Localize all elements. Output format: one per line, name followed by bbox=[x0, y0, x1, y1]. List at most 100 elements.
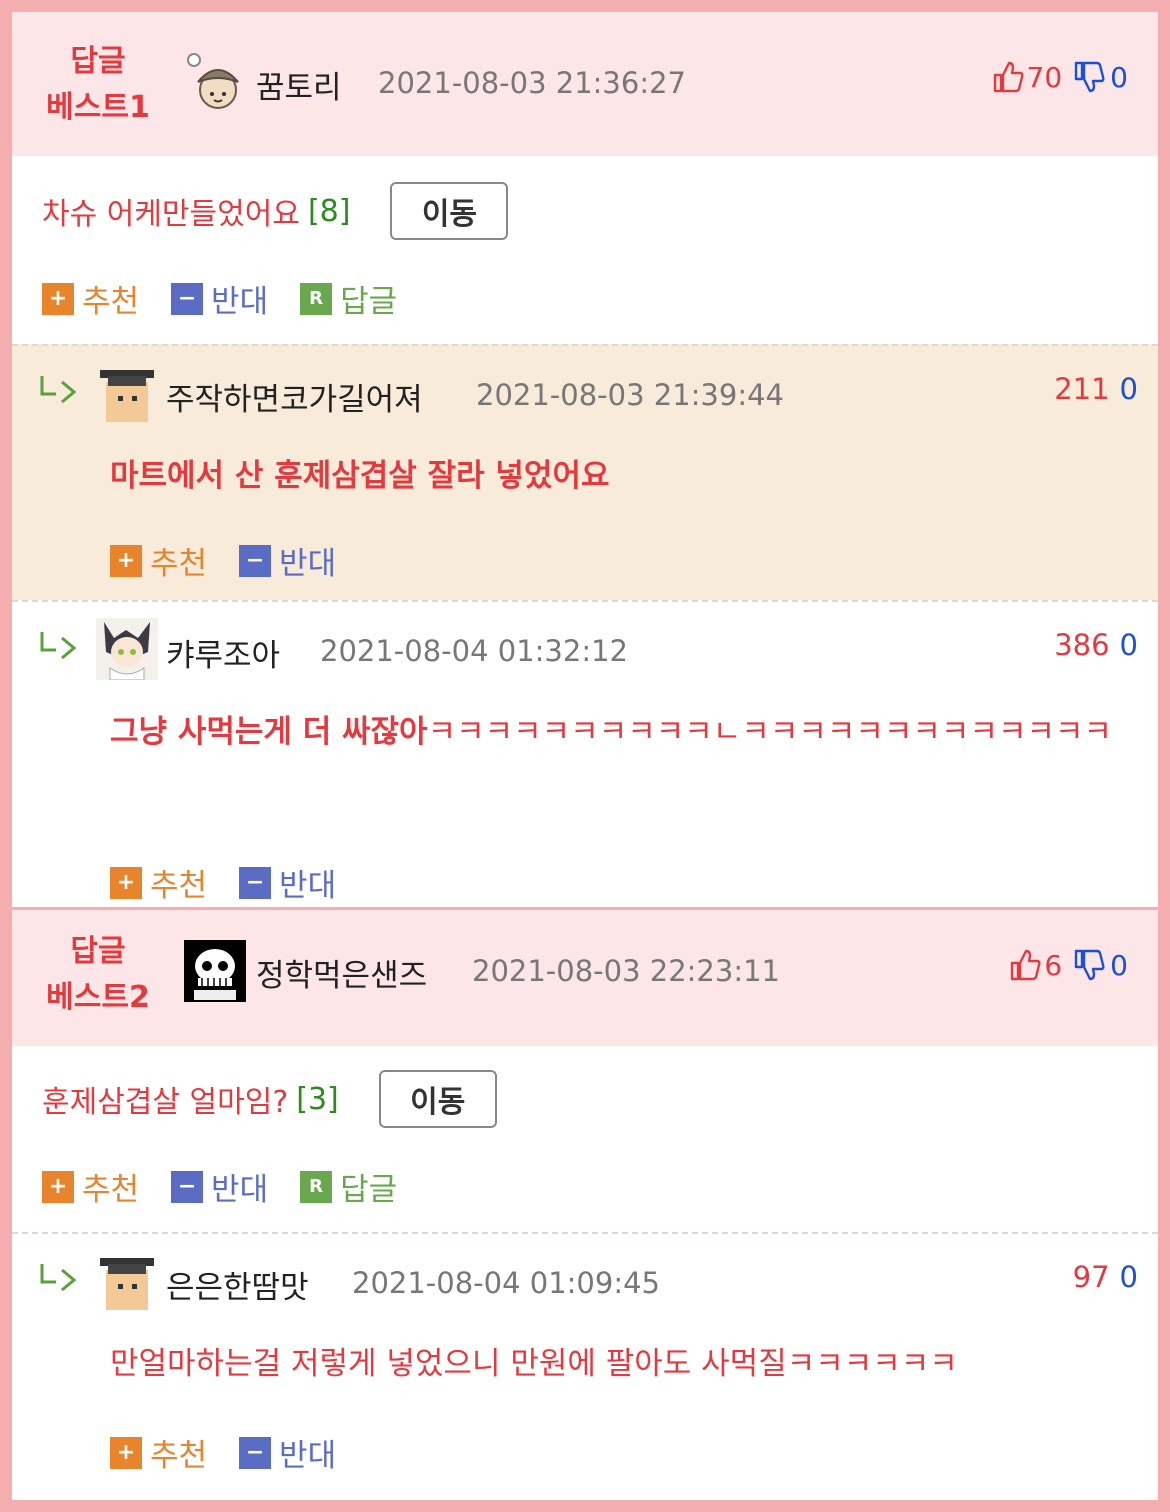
move-button[interactable]: 이동 bbox=[390, 182, 509, 240]
reply-arrow-icon bbox=[40, 1264, 77, 1292]
reply-button[interactable]: R 답글 bbox=[300, 276, 397, 321]
reply-arrow-icon bbox=[40, 632, 77, 660]
recommend-button[interactable]: + 추천 bbox=[42, 276, 139, 321]
downvote-count: 0 bbox=[1110, 60, 1128, 94]
downvote-count: 0 bbox=[1110, 948, 1128, 982]
reply-upvote-count: 97 bbox=[1072, 1260, 1110, 1294]
best-comment-1-title-row: 차슈 어케만들었어요 [8] 이동 bbox=[42, 182, 509, 240]
recommend-label: 추천 bbox=[150, 546, 208, 582]
reply-text: 만얼마하는걸 저렇게 넣었으니 만원에 팔아도 사먹질ㅋㅋㅋㅋㅋㅋ bbox=[110, 1346, 958, 1382]
anime-girl-avatar-icon[interactable] bbox=[96, 618, 158, 680]
minus-icon: − bbox=[239, 1436, 272, 1469]
reply-vote-summary: 386 0 bbox=[1054, 628, 1138, 662]
acorn-avatar-icon[interactable] bbox=[184, 50, 246, 112]
minus-icon: − bbox=[239, 544, 272, 577]
reply-count: [8] bbox=[307, 193, 351, 229]
reply-upvote-count: 211 bbox=[1054, 372, 1110, 406]
plus-icon: + bbox=[110, 1436, 142, 1469]
author-nickname[interactable]: 정학먹은샌즈 bbox=[256, 950, 427, 995]
reply-label: 답글 bbox=[340, 1172, 398, 1208]
recommend-button[interactable]: + 추천 bbox=[110, 538, 207, 583]
reply-text: 그냥 사먹는게 더 싸잖아ㅋㅋㅋㅋㅋㅋㅋㅋㅋㅋㄴㅋㅋㅋㅋㅋㅋㅋㅋㅋㅋㅋㅋㅋ bbox=[110, 706, 1140, 758]
reply-actions: + 추천 − 반대 bbox=[110, 538, 368, 583]
oppose-label: 반대 bbox=[211, 284, 269, 320]
oppose-button[interactable]: − 반대 bbox=[239, 1430, 336, 1475]
best-label-line1: 답글 bbox=[70, 934, 126, 969]
oppose-button[interactable]: − 반대 bbox=[239, 860, 336, 905]
oppose-label: 반대 bbox=[279, 1438, 337, 1474]
reply-text: 마트에서 산 훈제삼겹살 잘라 넣었어요 bbox=[110, 458, 610, 494]
reply-downvote-count: 0 bbox=[1119, 372, 1138, 406]
reply-actions: + 추천 − 반대 bbox=[110, 1430, 368, 1475]
skull-avatar-icon[interactable] bbox=[184, 940, 246, 1002]
move-button[interactable]: 이동 bbox=[378, 1070, 497, 1128]
reply-count: [3] bbox=[296, 1081, 339, 1117]
comment-title: 차슈 어케만들었어요 bbox=[42, 197, 300, 232]
best-label-line2: 베스트1 bbox=[46, 90, 150, 125]
reply-author-nickname[interactable]: 주작하면코가길어져 bbox=[166, 374, 423, 419]
vote-summary: 70 0 bbox=[991, 60, 1128, 94]
reply-arrow-icon bbox=[40, 376, 77, 404]
minus-icon: − bbox=[171, 282, 204, 315]
recommend-button[interactable]: + 추천 bbox=[110, 860, 207, 905]
oppose-label: 반대 bbox=[279, 546, 337, 582]
upvote-count: 6 bbox=[1044, 948, 1063, 982]
best-comment-1-header: 답글 베스트1 꿈토리 2021-08-03 21:36:27 70 0 bbox=[12, 12, 1158, 156]
upvote-count: 70 bbox=[1026, 60, 1063, 94]
reply-datetime: 2021-08-04 01:32:12 bbox=[320, 634, 628, 668]
reply-datetime: 2021-08-03 21:39:44 bbox=[476, 378, 784, 412]
thumbs-up-icon bbox=[993, 61, 1024, 93]
reply-author-nickname[interactable]: 은은한땀맛 bbox=[166, 1262, 309, 1307]
recommend-label: 추천 bbox=[82, 284, 140, 320]
oppose-button[interactable]: − 반대 bbox=[239, 538, 336, 583]
thumbs-up-icon bbox=[1011, 949, 1041, 981]
reply-upvote-count: 386 bbox=[1054, 628, 1110, 662]
recommend-button[interactable]: + 추천 bbox=[42, 1164, 139, 1209]
best-label-line1: 답글 bbox=[70, 44, 126, 79]
graduate-avatar-icon[interactable] bbox=[96, 362, 158, 424]
reply-button[interactable]: R 답글 bbox=[300, 1164, 397, 1209]
plus-icon: + bbox=[42, 282, 74, 315]
plus-icon: + bbox=[42, 1170, 74, 1203]
reply-label: 답글 bbox=[340, 284, 398, 320]
reply-item: 은은한땀맛 2021-08-04 01:09:45 97 0 만얼마하는걸 저렇게… bbox=[12, 1232, 1158, 1500]
reply-vote-summary: 211 0 bbox=[1054, 372, 1138, 406]
reply-item: 캬루조아 2021-08-04 01:32:12 386 0 그냥 사먹는게 더 … bbox=[12, 600, 1158, 908]
best-comment-1-actions: + 추천 − 반대 R 답글 bbox=[42, 276, 429, 321]
recommend-label: 추천 bbox=[150, 1438, 208, 1474]
best-comment-2-actions: + 추천 − 반대 R 답글 bbox=[42, 1164, 429, 1209]
recommend-button[interactable]: + 추천 bbox=[110, 1430, 207, 1475]
plus-icon: + bbox=[110, 866, 142, 899]
reply-downvote-count: 0 bbox=[1119, 1260, 1138, 1294]
reply-text-rest: ㅋㅋㅋㅋㅋㅋㅋㅋㅋㅋㄴㅋㅋㅋㅋㅋㅋㅋㅋㅋㅋㅋㅋㅋ bbox=[427, 714, 1113, 750]
oppose-label: 반대 bbox=[211, 1172, 269, 1208]
comment-title: 훈제삼겹살 얼마임? bbox=[42, 1085, 289, 1120]
vote-summary: 6 0 bbox=[1008, 948, 1128, 982]
author-nickname[interactable]: 꿈토리 bbox=[256, 62, 342, 107]
best-label-line2: 베스트2 bbox=[46, 980, 150, 1015]
comment-datetime: 2021-08-03 21:36:27 bbox=[378, 66, 686, 100]
reply-item: 주작하면코가길어져 2021-08-03 21:39:44 211 0 마트에서 … bbox=[12, 344, 1158, 602]
reply-r-icon: R bbox=[300, 282, 333, 315]
best-comments-panel: 답글 베스트1 꿈토리 2021-08-03 21:36:27 70 0 차슈 … bbox=[12, 12, 1158, 1500]
reply-vote-summary: 97 0 bbox=[1073, 1260, 1138, 1294]
reply-r-icon: R bbox=[300, 1170, 333, 1203]
reply-author-nickname[interactable]: 캬루조아 bbox=[166, 630, 280, 675]
best-comment-2-title-row: 훈제삼겹살 얼마임? [3] 이동 bbox=[42, 1070, 497, 1128]
comment-datetime: 2021-08-03 22:23:11 bbox=[472, 954, 780, 988]
reply-datetime: 2021-08-04 01:09:45 bbox=[352, 1266, 660, 1300]
graduate-avatar-icon[interactable] bbox=[96, 1250, 158, 1312]
reply-text-bold: 그냥 사먹는게 더 싸잖아 bbox=[110, 714, 428, 750]
minus-icon: − bbox=[239, 866, 272, 899]
oppose-button[interactable]: − 반대 bbox=[171, 1164, 268, 1209]
reply-downvote-count: 0 bbox=[1119, 628, 1138, 662]
recommend-label: 추천 bbox=[82, 1172, 140, 1208]
recommend-label: 추천 bbox=[150, 868, 208, 904]
thumbs-down-icon bbox=[1074, 949, 1105, 981]
reply-actions: + 추천 − 반대 bbox=[110, 860, 368, 905]
oppose-button[interactable]: − 반대 bbox=[171, 276, 268, 321]
plus-icon: + bbox=[110, 544, 142, 577]
best-comment-2-header: 답글 베스트2 정학먹은샌즈 2021-08-03 22:23:11 6 0 bbox=[12, 910, 1158, 1046]
minus-icon: − bbox=[171, 1170, 204, 1203]
oppose-label: 반대 bbox=[279, 868, 337, 904]
